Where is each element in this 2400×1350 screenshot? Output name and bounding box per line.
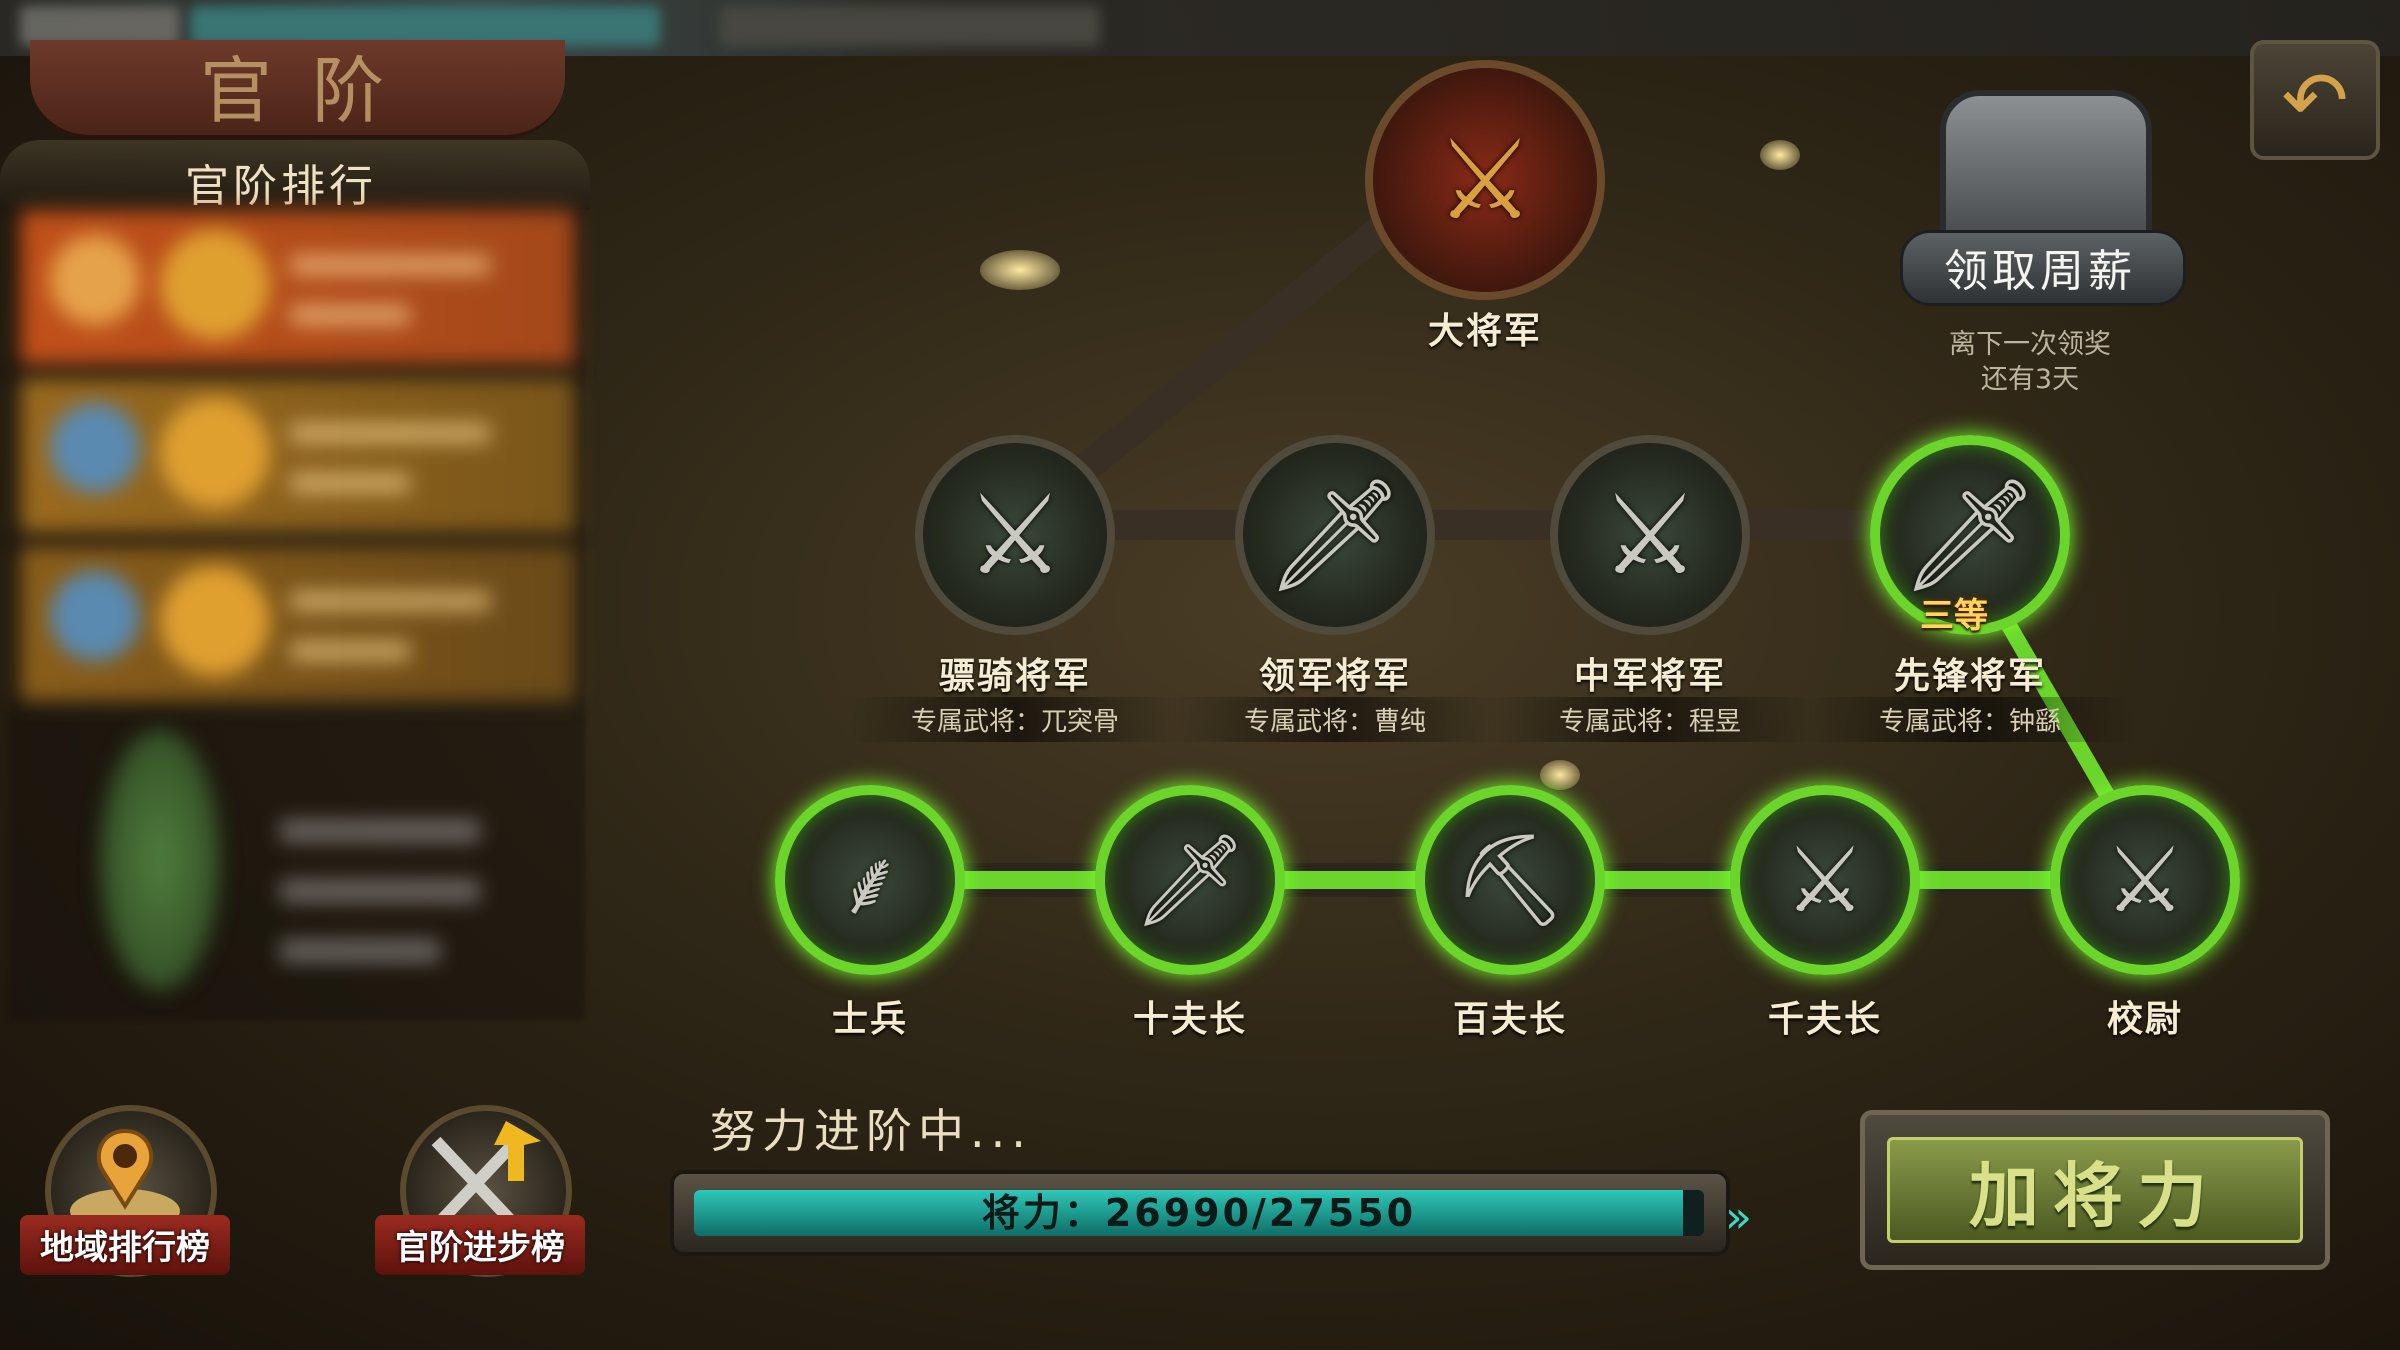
progress-text: 将力：26990/27550 — [981, 1191, 1417, 1235]
progress-title: 努力进阶中... — [710, 1104, 1032, 1158]
grade-badge: 三等 — [1920, 596, 1988, 636]
rank-label-central-general: 中军将军 — [1573, 655, 1726, 697]
broadsword-icon: ⚔ — [1784, 827, 1866, 933]
weekly-salary-label: 领取周薪 — [1944, 246, 2136, 297]
rank-label-army-general: 领军将军 — [1258, 655, 1411, 697]
back-arrow-icon: ↶ — [2281, 53, 2349, 147]
rank-label-vanguard-general: 先锋将军 — [1893, 655, 2046, 697]
rank-node-soldier[interactable]: ⸙ — [775, 785, 965, 975]
rank-node-thousand-commander[interactable]: ⚔ — [1730, 785, 1920, 975]
crossed-swords-icon: ⚔ — [1600, 471, 1700, 599]
add-general-power-button[interactable]: 加将力 — [1860, 1110, 2330, 1270]
general-power-progress: 将力：26990/27550 — [670, 1170, 1730, 1256]
rank-label-centurion: 百夫长 — [1452, 998, 1567, 1040]
light-spark — [980, 250, 1060, 290]
rank-label-soldier: 士兵 — [831, 998, 908, 1040]
add-general-power-label: 加将力 — [1969, 1153, 2221, 1237]
weekly-salary-button[interactable]: 领取周薪 — [1900, 80, 2186, 310]
sickle-icon: ⸙ — [836, 831, 904, 936]
rank-label-cavalry-general: 骠骑将军 — [938, 655, 1091, 697]
rank-node-army-general[interactable]: 🗡 — [1235, 435, 1435, 635]
progress-track: 将力：26990/27550 — [694, 1190, 1704, 1236]
rank-node-colonel[interactable]: ⚔ — [2050, 785, 2240, 975]
glaive-icon: ⚔ — [2104, 827, 2186, 933]
rank-label-thousand-commander: 千夫长 — [1767, 998, 1882, 1040]
rank-sub-army-general: 专属武将：曹纯 — [1170, 697, 1500, 742]
dagger-icon: 🗡 — [1132, 827, 1248, 933]
rank-sub-cavalry-general: 专属武将：兀突骨 — [850, 697, 1180, 742]
rank-sub-central-general: 专属武将：程昱 — [1485, 697, 1815, 742]
axe-emblem-icon: ⚔ — [1435, 116, 1535, 244]
three-swords-icon: 🗡 — [1265, 470, 1405, 599]
rank-label-colonel: 校尉 — [2106, 998, 2183, 1040]
rank-label-squad-leader: 十夫长 — [1132, 998, 1247, 1040]
rank-node-squad-leader[interactable]: 🗡 — [1095, 785, 1285, 975]
rank-label-grand-general: 大将军 — [1427, 310, 1542, 352]
rank-node-central-general[interactable]: ⚔ — [1550, 435, 1750, 635]
next-reward-line1: 离下一次领奖 — [1949, 329, 2111, 360]
triple-swords-icon: ⚔ — [965, 471, 1065, 599]
rank-node-cavalry-general[interactable]: ⚔ — [915, 435, 1115, 635]
back-button[interactable]: ↶ — [2250, 40, 2380, 160]
halberd-icon: ⛏ — [1452, 827, 1568, 933]
rank-node-centurion[interactable]: ⛏ — [1415, 785, 1605, 975]
rank-sub-vanguard-general: 专属武将：钟繇 — [1805, 697, 2135, 742]
next-reward-line2: 还有3天 — [1980, 364, 2080, 395]
light-spark — [1760, 140, 1800, 170]
progress-arrow-icon: » — [1725, 1192, 1752, 1243]
rank-node-grand-general[interactable]: ⚔ — [1365, 60, 1605, 300]
